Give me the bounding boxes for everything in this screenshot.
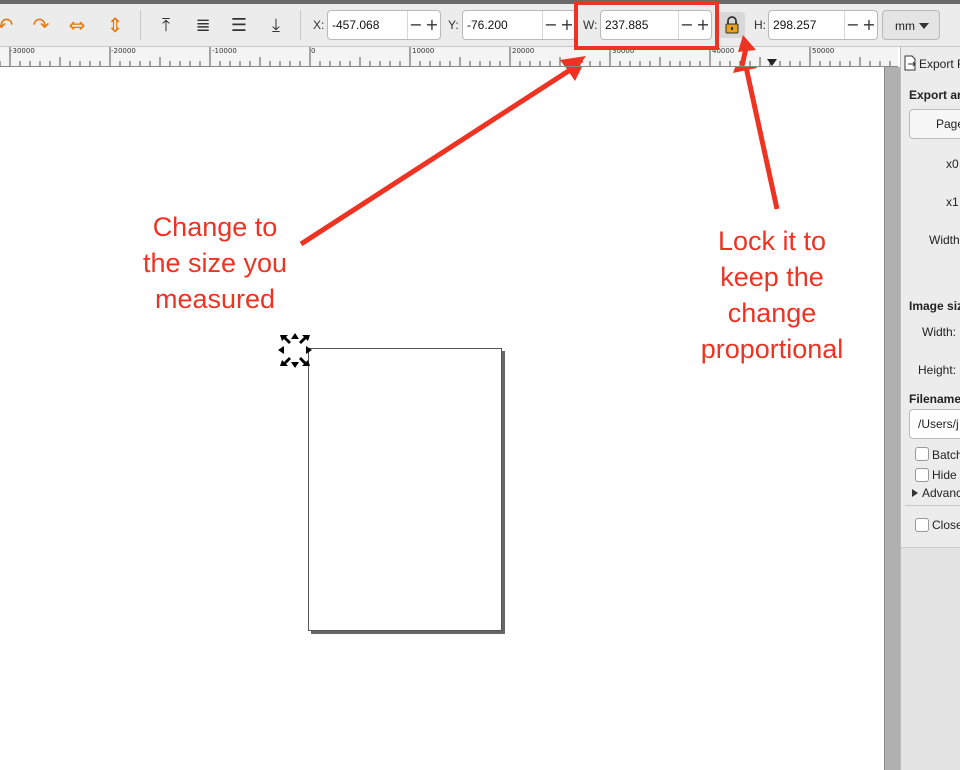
raise-to-top-icon[interactable]: ⤒ bbox=[153, 12, 179, 38]
image-height-label: Height: bbox=[918, 363, 957, 377]
w-increment-button[interactable]: + bbox=[695, 14, 711, 36]
y-decrement-button[interactable]: − bbox=[543, 14, 559, 36]
annotation-line: proportional bbox=[700, 334, 844, 364]
page-button[interactable]: Page bbox=[909, 109, 960, 139]
close-label: Close bbox=[932, 518, 960, 532]
x-increment-button[interactable]: + bbox=[424, 14, 440, 36]
drawing-canvas[interactable]: Change to the size you measured Lock it … bbox=[0, 67, 884, 770]
ruler-label: -10000 bbox=[212, 47, 237, 55]
h-field[interactable]: 298.257 − + bbox=[768, 10, 878, 40]
panel-tab-title[interactable]: Export F bbox=[919, 57, 960, 71]
lock-icon bbox=[725, 16, 739, 34]
close-checkbox[interactable] bbox=[915, 518, 929, 532]
annotation-line: Change to bbox=[152, 212, 278, 242]
ruler-label: -30000 bbox=[10, 47, 35, 55]
hide-checkbox[interactable] bbox=[915, 468, 929, 482]
w-decrement-button[interactable]: − bbox=[679, 14, 695, 36]
export-dock-panel: Export F Export ar Page x0 x1 Width Imag… bbox=[900, 47, 960, 770]
scale-handles-icon[interactable] bbox=[278, 333, 312, 368]
flip-horizontal-icon[interactable]: ⇔ bbox=[64, 12, 90, 38]
annotation-line: change bbox=[727, 298, 817, 328]
arrow-to-lock-icon bbox=[733, 67, 780, 210]
x0-label: x0 bbox=[946, 157, 959, 171]
y-field[interactable]: -76.200 − + bbox=[462, 10, 576, 40]
lock-annotation: Lock it to keep the change proportional bbox=[672, 223, 872, 367]
annotation-line: the size you bbox=[142, 248, 288, 278]
annotation-line: Lock it to bbox=[717, 226, 827, 256]
h-decrement-button[interactable]: − bbox=[845, 14, 861, 36]
batch-checkbox[interactable] bbox=[915, 447, 929, 461]
hide-label: Hide bbox=[932, 468, 957, 482]
annotation-line: measured bbox=[154, 284, 276, 314]
ruler-label: -20000 bbox=[111, 47, 136, 55]
image-size-label: Image siz bbox=[909, 299, 960, 313]
y-increment-button[interactable]: + bbox=[559, 14, 575, 36]
w-label: W: bbox=[583, 18, 598, 32]
rotate-ccw-icon[interactable]: ↶ bbox=[0, 12, 18, 38]
y-label: Y: bbox=[448, 18, 459, 32]
filename-value[interactable]: /Users/j bbox=[918, 417, 959, 431]
ruler-label: 20000 bbox=[512, 47, 535, 55]
image-width-label: Width: bbox=[922, 325, 957, 339]
panel-empty-area bbox=[901, 547, 960, 770]
h-value[interactable]: 298.257 bbox=[773, 18, 816, 32]
lock-proportions-button[interactable] bbox=[719, 12, 745, 38]
x-decrement-button[interactable]: − bbox=[408, 14, 424, 36]
h-label: H: bbox=[754, 18, 766, 32]
lower-to-bottom-icon[interactable]: ⤓ bbox=[263, 12, 289, 38]
ruler-marker-icon bbox=[767, 59, 777, 66]
x-label: X: bbox=[313, 18, 325, 32]
w-field[interactable]: 237.885 − + bbox=[600, 10, 712, 40]
canvas-drawing bbox=[278, 67, 780, 634]
unit-dropdown[interactable]: mm bbox=[882, 10, 940, 40]
annotation-line: keep the bbox=[720, 262, 824, 292]
x1-label: x1 bbox=[946, 195, 959, 209]
chevron-down-icon bbox=[919, 23, 929, 29]
size-annotation: Change to the size you measured bbox=[115, 209, 315, 317]
y-value[interactable]: -76.200 bbox=[467, 18, 508, 32]
horizontal-ruler[interactable]: -30000 -20000 -10000 0 10000 20000 30000… bbox=[0, 47, 898, 67]
advanced-expander[interactable]: Advanc bbox=[922, 486, 960, 500]
lower-icon[interactable]: ☰ bbox=[226, 12, 252, 38]
export-icon bbox=[904, 55, 916, 71]
export-area-label: Export ar bbox=[909, 88, 960, 102]
raise-icon[interactable]: ≣ bbox=[190, 12, 216, 38]
h-increment-button[interactable]: + bbox=[861, 14, 877, 36]
ruler-label: 30000 bbox=[612, 47, 635, 55]
rotate-cw-icon[interactable]: ↷ bbox=[28, 12, 54, 38]
toolbar-separator bbox=[300, 10, 301, 40]
unit-value[interactable]: mm bbox=[895, 19, 915, 33]
x-field[interactable]: -457.068 − + bbox=[327, 10, 441, 40]
width-label: Width bbox=[929, 233, 960, 247]
expander-arrow-icon[interactable] bbox=[911, 488, 919, 498]
panel-divider bbox=[905, 505, 960, 506]
arrow-to-width-icon bbox=[299, 67, 582, 247]
w-value[interactable]: 237.885 bbox=[605, 18, 648, 32]
ruler-label: 10000 bbox=[412, 47, 435, 55]
toolbar-separator bbox=[140, 10, 141, 40]
ruler-label: 50000 bbox=[812, 47, 835, 55]
ruler-label: 40000 bbox=[712, 47, 735, 55]
vertical-scrollbar[interactable] bbox=[884, 67, 901, 770]
x-value[interactable]: -457.068 bbox=[332, 18, 379, 32]
flip-vertical-icon[interactable]: ⇕ bbox=[102, 12, 128, 38]
page-button-label: Page bbox=[936, 117, 960, 131]
tool-controls-bar: ↶ ↷ ⇔ ⇕ ⤒ ≣ ☰ ⤓ X: -457.068 − + Y: -76.2… bbox=[0, 4, 960, 47]
ruler-label: 0 bbox=[311, 47, 316, 55]
page-rectangle[interactable] bbox=[308, 348, 502, 631]
filename-label: Filename bbox=[909, 392, 960, 406]
batch-label: Batch bbox=[932, 448, 960, 462]
filename-input[interactable]: /Users/j bbox=[909, 409, 960, 439]
